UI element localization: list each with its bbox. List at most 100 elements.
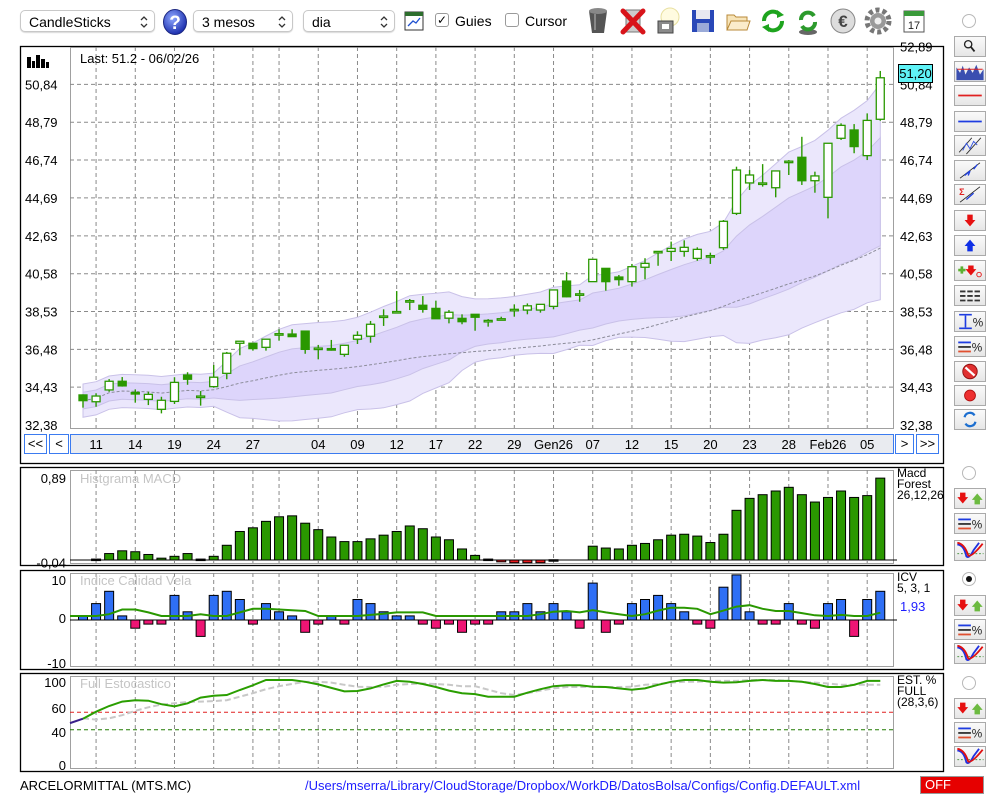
icv-title: Indice Calidad Vela bbox=[80, 573, 192, 588]
icv-sell-buy-button[interactable] bbox=[954, 595, 986, 616]
date-label: 15 bbox=[664, 437, 678, 452]
candle bbox=[875, 70, 885, 121]
macd-bar bbox=[378, 534, 389, 561]
price-axis-label-left: 40,58 bbox=[25, 267, 58, 282]
stoch-axis-label: 40 bbox=[52, 725, 66, 740]
candle-body bbox=[195, 395, 206, 399]
icv-bar bbox=[300, 619, 311, 633]
stoch-oscillator-cross-button[interactable] bbox=[954, 746, 986, 767]
candle-body bbox=[156, 399, 167, 410]
date-label: 11 bbox=[89, 437, 103, 452]
icv-bar bbox=[796, 619, 807, 625]
candle bbox=[104, 379, 114, 392]
sell-buy-icon bbox=[957, 492, 983, 505]
candle bbox=[797, 136, 807, 185]
date-label: Feb26 bbox=[810, 437, 847, 452]
macd-select-radio[interactable] bbox=[962, 466, 976, 480]
icv-bar bbox=[130, 619, 141, 629]
macd-oscillator-cross-button[interactable] bbox=[954, 540, 986, 561]
icv-bar bbox=[692, 619, 703, 625]
icv-bar bbox=[417, 619, 428, 625]
candle-body bbox=[679, 246, 689, 253]
macd-bar bbox=[182, 553, 193, 561]
candle-body bbox=[378, 315, 389, 319]
date-label: 17 bbox=[429, 437, 443, 452]
stoch-sell-buy-button[interactable] bbox=[954, 698, 986, 719]
icv-bar bbox=[522, 603, 533, 621]
macd-bar bbox=[130, 551, 141, 561]
icv-bar bbox=[666, 603, 677, 621]
candle-body bbox=[235, 340, 245, 344]
macd-bar bbox=[822, 496, 833, 561]
candle bbox=[588, 258, 598, 283]
candle-body bbox=[496, 318, 506, 321]
nav-first-button[interactable]: << bbox=[24, 434, 47, 454]
candle-body bbox=[352, 334, 363, 340]
icv-percent-lines-button[interactable]: % bbox=[954, 619, 986, 640]
date-label: 12 bbox=[389, 437, 403, 452]
candle-body bbox=[300, 330, 310, 351]
candle bbox=[731, 166, 742, 216]
icv-bar bbox=[561, 611, 572, 621]
candle-body bbox=[470, 313, 480, 318]
candle-body bbox=[771, 170, 781, 189]
candle-body bbox=[130, 391, 140, 395]
price-axis-label-right: 44,69 bbox=[900, 191, 933, 206]
volume-bars-icon[interactable] bbox=[27, 54, 57, 68]
macd-sell-buy-button[interactable] bbox=[954, 488, 986, 509]
candle-body bbox=[392, 310, 402, 314]
candle-body bbox=[274, 333, 284, 336]
macd-axis-label: -0,04 bbox=[36, 556, 66, 571]
candle-body bbox=[666, 247, 676, 253]
nav-next-button[interactable]: > bbox=[895, 434, 914, 454]
macd-bar bbox=[809, 501, 820, 561]
icv-oscillator-cross-button[interactable] bbox=[954, 643, 986, 664]
icv-bar bbox=[274, 611, 285, 621]
date-label: 09 bbox=[350, 437, 364, 452]
candle bbox=[862, 113, 872, 161]
icv-select-radio[interactable] bbox=[962, 572, 976, 586]
macd-bar bbox=[391, 530, 402, 561]
candle-body bbox=[836, 124, 846, 139]
icv-bar bbox=[156, 619, 167, 625]
macd-bar bbox=[365, 538, 376, 561]
macd-bar bbox=[626, 544, 637, 561]
candle bbox=[836, 123, 846, 140]
candle-body bbox=[614, 276, 624, 281]
icv-bar bbox=[836, 599, 847, 621]
macd-bar bbox=[221, 544, 232, 561]
candle-body bbox=[444, 311, 454, 319]
candle-body bbox=[182, 374, 193, 380]
status-off-badge[interactable]: OFF bbox=[920, 776, 984, 794]
icv-bar bbox=[104, 590, 115, 621]
candle-body bbox=[261, 338, 271, 348]
macd-bar bbox=[653, 539, 664, 561]
stoch-select-radio[interactable] bbox=[962, 676, 976, 690]
candle-body bbox=[483, 319, 493, 323]
icv-value: 1,93 bbox=[900, 599, 926, 614]
stoch-axis-label: 0 bbox=[59, 758, 66, 773]
icv-bar bbox=[587, 582, 598, 621]
price-axis-label-left: 46,74 bbox=[25, 153, 58, 168]
stoch-d-line bbox=[82, 679, 881, 721]
nav-last-button[interactable]: >> bbox=[916, 434, 939, 454]
icv-bar bbox=[117, 615, 128, 621]
candle-body bbox=[169, 381, 180, 403]
icv-bar bbox=[247, 619, 258, 625]
macd-bar bbox=[247, 527, 258, 561]
candle-body bbox=[875, 77, 885, 120]
candle-body bbox=[561, 280, 572, 298]
stoch-axis-label: 60 bbox=[52, 701, 66, 716]
stoch-percent-lines-button[interactable]: % bbox=[954, 722, 986, 743]
macd-percent-lines-button[interactable]: % bbox=[954, 513, 986, 534]
macd-bar bbox=[313, 529, 324, 561]
date-label: 05 bbox=[860, 437, 874, 452]
macd-bar bbox=[234, 530, 245, 561]
candle-body bbox=[313, 347, 323, 351]
stoch-k-start bbox=[69, 717, 84, 725]
icv-bar bbox=[653, 594, 664, 621]
config-path-link[interactable]: /Users/mserra/Library/CloudStorage/Dropb… bbox=[305, 778, 860, 793]
macd-bar bbox=[849, 496, 860, 561]
symbol-label: ARCELORMITTAL (MTS.MC) bbox=[20, 778, 192, 793]
nav-prev-button[interactable]: < bbox=[49, 434, 69, 454]
